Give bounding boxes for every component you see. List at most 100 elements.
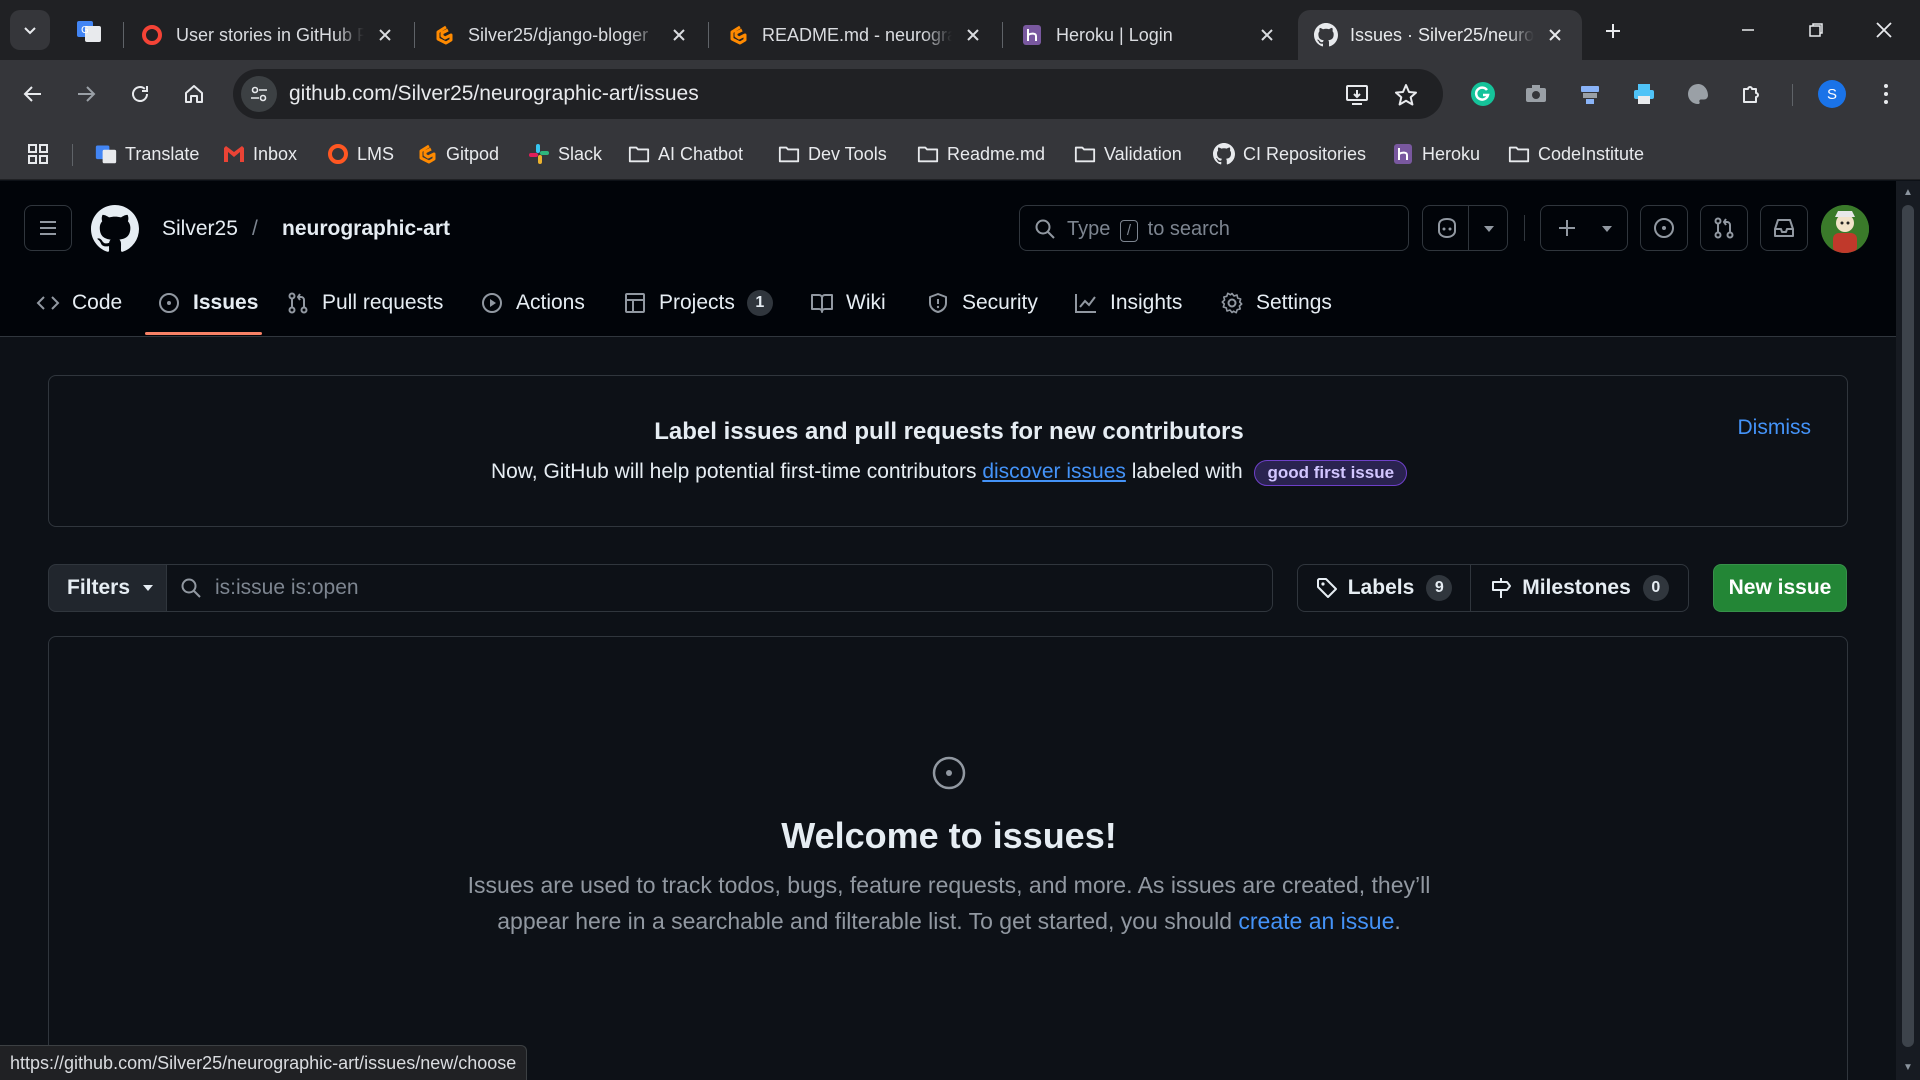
repo-owner-link[interactable]: Silver25 [162, 217, 238, 241]
camera-icon [1526, 85, 1546, 102]
tab-code[interactable]: Code [36, 283, 122, 323]
page-scrollbar[interactable]: ▲ ▼ [1896, 181, 1920, 1080]
bookmark-gitpod[interactable]: Gitpod [416, 138, 499, 170]
forward-button[interactable] [68, 76, 104, 112]
tab-label: Actions [516, 291, 585, 314]
copilot-icon [1438, 217, 1456, 239]
gitpod-icon [416, 143, 438, 165]
copilot-button[interactable] [1422, 205, 1508, 251]
close-icon[interactable] [1256, 24, 1278, 46]
bookmark-label: Validation [1104, 143, 1182, 164]
bookmark-star-button[interactable] [1393, 82, 1419, 108]
grammarly-extension[interactable] [1467, 78, 1499, 110]
tab-projects[interactable]: Projects 1 [623, 283, 773, 323]
tab-separator [1002, 22, 1003, 48]
scroll-up-arrow-icon[interactable]: ▲ [1902, 187, 1914, 199]
close-icon[interactable] [1544, 24, 1566, 46]
new-issue-button[interactable]: New issue [1713, 564, 1847, 612]
extensions-menu-button[interactable] [1736, 78, 1768, 110]
search-placeholder: Type / to search [1067, 218, 1230, 242]
bookmark-codeinstitute[interactable]: CodeInstitute [1508, 138, 1644, 170]
your-pull-requests-button[interactable] [1700, 205, 1748, 251]
browser-tab-2[interactable]: Silver25/django-bloger [416, 10, 706, 60]
play-icon [480, 291, 504, 315]
extension-5[interactable] [1682, 78, 1714, 110]
profile-avatar[interactable]: S [1818, 80, 1846, 108]
repo-name-link[interactable]: neurographic-art [282, 217, 450, 241]
extension-4[interactable] [1628, 78, 1660, 110]
gitpod-icon [726, 23, 750, 47]
bookmark-lms[interactable]: LMS [327, 138, 394, 170]
filters-button[interactable]: Filters [48, 564, 167, 612]
minimize-button[interactable] [1720, 10, 1776, 50]
tab-insights[interactable]: Insights [1074, 283, 1182, 323]
search-placeholder-after: to search [1147, 218, 1230, 240]
browser-tab-1[interactable]: User stories in GitHub P [124, 10, 412, 60]
create-new-button[interactable] [1540, 205, 1628, 251]
global-search-input[interactable]: Type / to search [1019, 205, 1409, 251]
open-global-navigation-button[interactable] [24, 205, 72, 251]
milestones-button[interactable]: Milestones 0 [1470, 564, 1689, 612]
tab-issues[interactable]: Issues [157, 283, 258, 323]
bookmark-readme[interactable]: Readme.md [917, 138, 1045, 170]
scroll-down-arrow-icon[interactable]: ▼ [1902, 1062, 1914, 1074]
bookmark-label: CodeInstitute [1538, 143, 1645, 164]
browser-tab-4[interactable]: Heroku | Login [1004, 10, 1294, 60]
inbox-notifications-button[interactable] [1760, 205, 1808, 251]
bookmark-heroku[interactable]: Heroku [1392, 138, 1480, 170]
bookmark-label: AI Chatbot [658, 143, 744, 164]
create-an-issue-link[interactable]: create an issue [1238, 908, 1394, 934]
star-icon [1395, 84, 1417, 106]
scrollbar-thumb[interactable] [1902, 205, 1914, 1047]
bookmark-dev-tools[interactable]: Dev Tools [778, 138, 887, 170]
git-pull-request-icon [1714, 217, 1734, 239]
search-shortcut-key: / [1119, 220, 1139, 242]
issue-filter-input[interactable] [166, 564, 1273, 612]
browser-menu-button[interactable] [1870, 78, 1902, 110]
reload-button[interactable] [122, 76, 158, 112]
address-bar[interactable]: github.com/Silver25/neurographic-art/iss… [233, 69, 1443, 119]
tab-wiki[interactable]: Wiki [810, 283, 886, 323]
bookmark-validation[interactable]: Validation [1074, 138, 1182, 170]
back-button[interactable] [15, 76, 51, 112]
kebab-menu-icon [1884, 84, 1888, 104]
bookmark-ci-repositories[interactable]: CI Repositories [1213, 138, 1366, 170]
restore-button[interactable] [1788, 10, 1844, 50]
grammarly-icon [1471, 82, 1495, 106]
good-first-issue-label[interactable]: good first issue [1254, 460, 1408, 486]
close-icon[interactable] [374, 24, 396, 46]
user-avatar[interactable] [1821, 205, 1869, 253]
extension-3[interactable] [1574, 78, 1606, 110]
tab-actions[interactable]: Actions [480, 283, 585, 323]
tab-pull-requests[interactable]: Pull requests [286, 283, 443, 323]
tab-title: Issues · Silver25/neurog [1350, 24, 1534, 45]
tab-label: Security [962, 291, 1038, 314]
tab-settings[interactable]: Settings [1220, 283, 1332, 323]
tab-security[interactable]: Security [926, 283, 1038, 323]
discover-issues-link[interactable]: discover issues [982, 460, 1126, 483]
bookmark-ai-chatbot[interactable]: AI Chatbot [628, 138, 743, 170]
translate-tab-icon[interactable]: G [76, 18, 102, 44]
new-tab-button[interactable] [1596, 14, 1630, 48]
github-logo-link[interactable] [91, 205, 139, 253]
bookmark-translate[interactable]: Translate [95, 138, 199, 170]
bookmark-inbox[interactable]: Inbox [223, 138, 297, 170]
folder-icon [778, 143, 800, 165]
dismiss-button[interactable]: Dismiss [1738, 416, 1812, 440]
close-icon[interactable] [962, 24, 984, 46]
labels-button[interactable]: Labels 9 [1297, 564, 1471, 612]
url-text[interactable]: github.com/Silver25/neurographic-art/iss… [289, 82, 699, 106]
screenshot-extension[interactable] [1520, 78, 1552, 110]
your-issues-button[interactable] [1640, 205, 1688, 251]
close-icon[interactable] [668, 24, 690, 46]
install-app-button[interactable] [1344, 82, 1370, 108]
browser-tab-active[interactable]: Issues · Silver25/neurog [1298, 10, 1582, 60]
browser-tab-3[interactable]: README.md - neurograp [710, 10, 1000, 60]
home-button[interactable] [176, 76, 212, 112]
bookmark-slack[interactable]: Slack [528, 138, 602, 170]
apps-button[interactable] [26, 142, 50, 166]
close-window-button[interactable] [1856, 10, 1912, 50]
tab-search-button[interactable] [10, 10, 50, 50]
active-tab-indicator [145, 332, 262, 335]
site-info-button[interactable] [241, 76, 277, 112]
